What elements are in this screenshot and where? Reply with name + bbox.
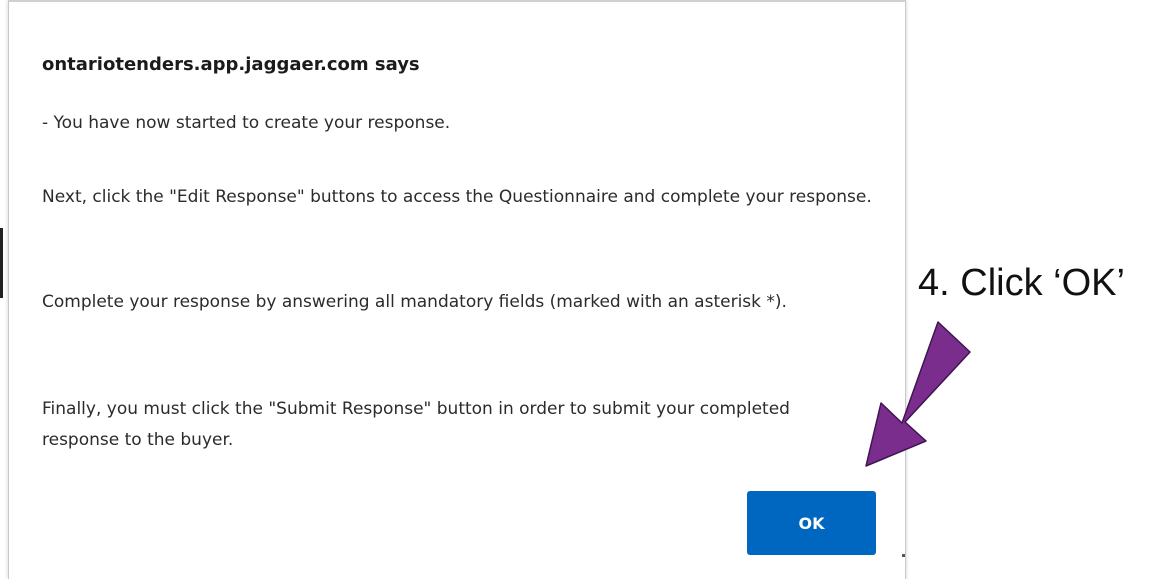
screenshot-stage: ontariotenders.app.jaggaer.com says - Yo… — [0, 0, 1151, 579]
browser-alert-dialog: ontariotenders.app.jaggaer.com says - Yo… — [8, 0, 906, 579]
dialog-title: ontariotenders.app.jaggaer.com says — [42, 54, 420, 75]
page-edge-mark — [902, 554, 905, 557]
dialog-message-started: - You have now started to create your re… — [42, 113, 451, 133]
background-page-edge — [0, 228, 3, 298]
instruction-annotation: 4. Click ‘OK’ — [918, 262, 1125, 304]
dialog-message-mandatory-fields: Complete your response by answering all … — [42, 292, 787, 312]
ok-button[interactable]: OK — [747, 491, 876, 555]
dialog-message-submit-response: Finally, you must click the "Submit Resp… — [42, 399, 790, 450]
dialog-message-edit-response: Next, click the "Edit Response" buttons … — [42, 187, 872, 207]
